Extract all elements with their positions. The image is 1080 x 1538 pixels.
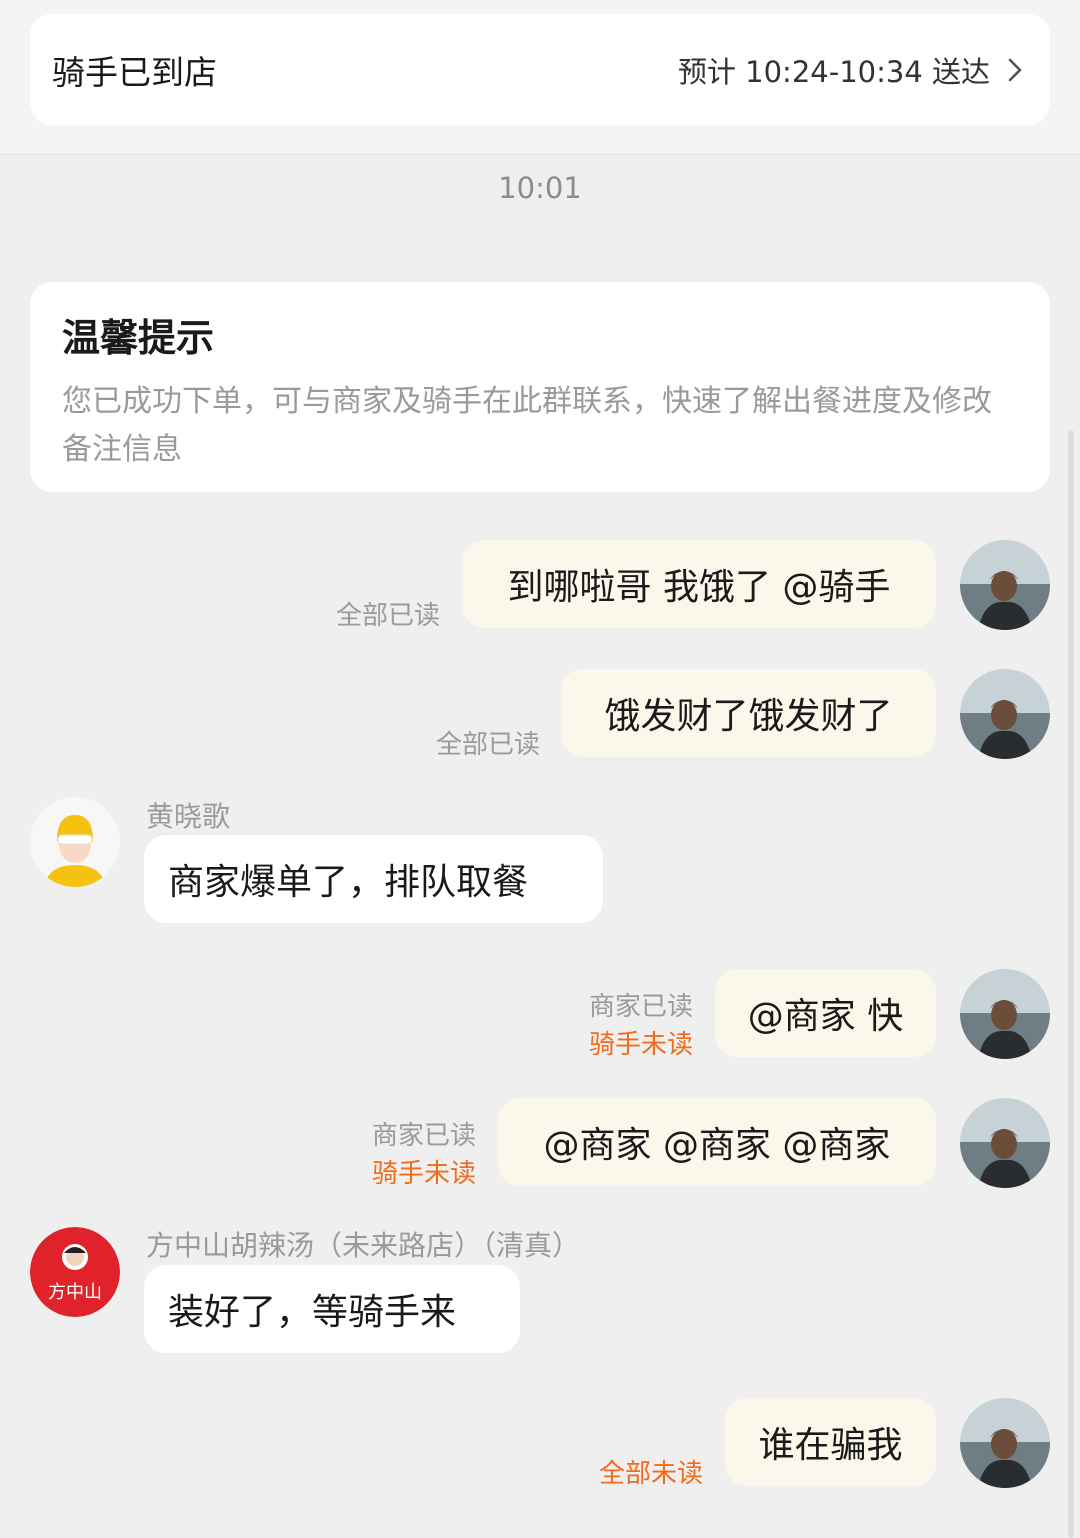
read-status: 全部已读 [335, 601, 440, 631]
chevron-right-icon [1008, 58, 1022, 81]
merchant-logo-icon: 方中山 [30, 1227, 120, 1317]
user-photo-icon [960, 540, 1050, 630]
sender-name: 方中山胡辣汤（未来路店）（清真） [146, 1229, 581, 1262]
read-status-merchant: 商家已读 [588, 992, 693, 1022]
order-status-card[interactable]: 骑手已到店 预计 10:24-10:34 送达 [30, 14, 1050, 125]
user-photo-icon [960, 669, 1050, 759]
my-message-bubble[interactable]: @商家 @商家 @商家 [498, 1098, 936, 1186]
my-message-bubble[interactable]: 到哪啦哥 我饿了 @骑手 [462, 540, 936, 628]
tip-body: 您已成功下单，可与商家及骑手在此群联系，快速了解出餐进度及修改备注信息 [62, 384, 992, 467]
read-status-rider: 骑手未读 [371, 1159, 476, 1189]
user-photo-icon [960, 1398, 1050, 1488]
my-avatar[interactable] [960, 969, 1050, 1059]
merchant-avatar[interactable]: 方中山 [30, 1227, 120, 1317]
read-status: 全部未读 [598, 1459, 703, 1489]
sender-name: 黄晓歌 [146, 800, 231, 833]
tip-card: 温馨提示 您已成功下单，可与商家及骑手在此群联系，快速了解出餐进度及修改备注信息 [30, 282, 1050, 492]
order-status-area: 骑手已到店 预计 10:24-10:34 送达 [0, 0, 1080, 155]
other-message-bubble[interactable]: 商家爆单了，排队取餐 [144, 835, 603, 923]
rider-avatar[interactable] [30, 797, 120, 887]
merchant-logo-text: 方中山 [48, 1282, 102, 1303]
other-message-bubble[interactable]: 装好了，等骑手来 [144, 1265, 520, 1353]
rider-helmet-icon [30, 797, 120, 887]
my-avatar[interactable] [960, 540, 1050, 630]
read-status-rider: 骑手未读 [588, 1030, 693, 1060]
my-message-bubble[interactable]: @商家 快 [715, 969, 936, 1057]
eta-link[interactable]: 预计 10:24-10:34 送达 [678, 49, 1028, 91]
user-photo-icon [960, 969, 1050, 1059]
my-avatar[interactable] [960, 1398, 1050, 1488]
user-photo-icon [960, 1098, 1050, 1188]
my-avatar[interactable] [960, 669, 1050, 759]
read-status-merchant: 商家已读 [371, 1121, 476, 1151]
message-timestamp: 10:01 [498, 171, 582, 205]
my-message-bubble[interactable]: 谁在骗我 [725, 1398, 936, 1486]
read-status: 全部已读 [435, 730, 540, 760]
my-avatar[interactable] [960, 1098, 1050, 1188]
scrollbar[interactable] [1068, 430, 1074, 1538]
eta-text: 预计 10:24-10:34 送达 [677, 54, 990, 89]
order-status-text: 骑手已到店 [52, 52, 217, 92]
my-message-bubble[interactable]: 饿发财了饿发财了 [561, 669, 936, 757]
tip-title: 温馨提示 [62, 316, 215, 360]
